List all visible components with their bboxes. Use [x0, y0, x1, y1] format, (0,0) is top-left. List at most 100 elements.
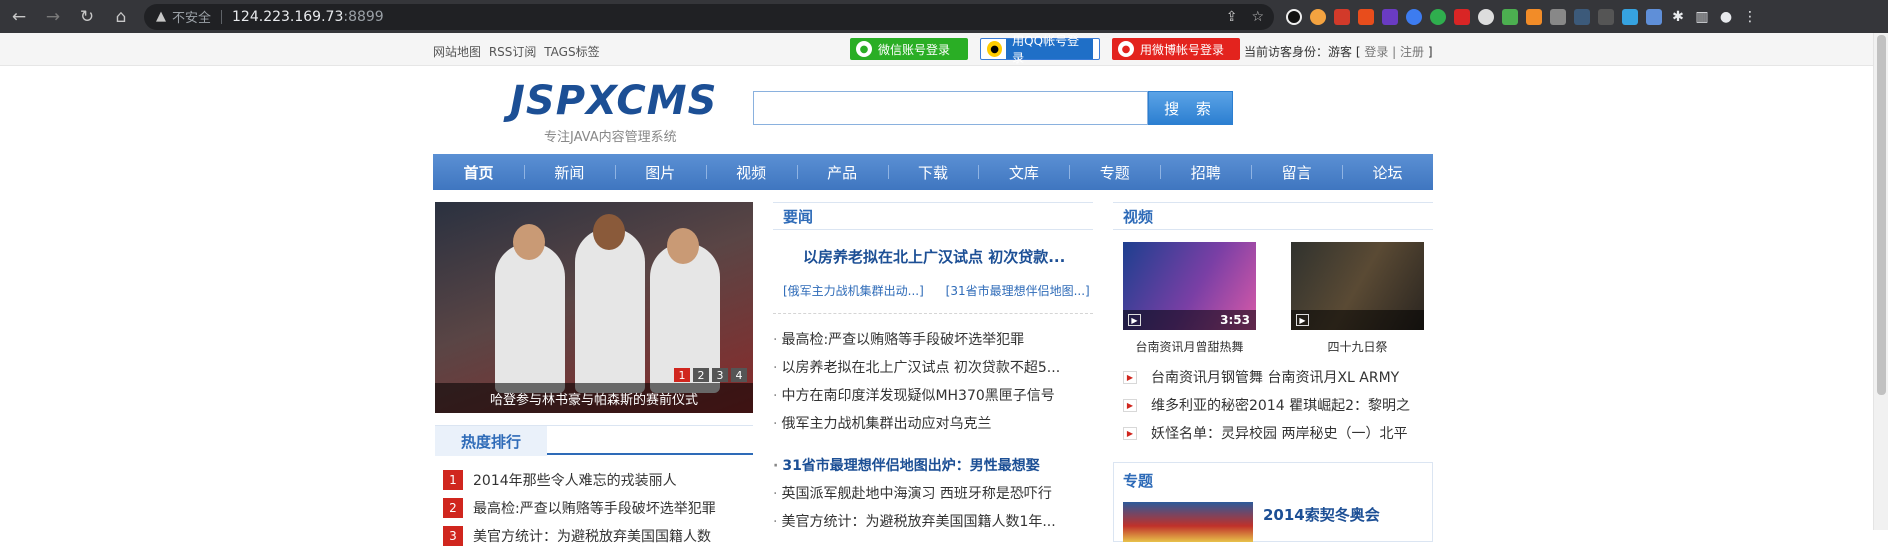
sitemap-link[interactable]: 网站地图	[433, 45, 481, 59]
nav-item-jobs[interactable]: 招聘	[1160, 154, 1251, 190]
extension-icon[interactable]	[1502, 8, 1518, 25]
news-item[interactable]: 中方在南印度洋发现疑似MH370黑匣子信号	[773, 385, 1054, 405]
nav-item-topics[interactable]: 专题	[1069, 154, 1160, 190]
menu-icon[interactable]: ⋮	[1742, 9, 1758, 25]
nav-item-images[interactable]: 图片	[614, 154, 706, 190]
play-icon: ▶	[1296, 314, 1309, 326]
extension-icon[interactable]	[1598, 8, 1614, 25]
nav-item-products[interactable]: 产品	[796, 154, 888, 190]
video-section-title[interactable]: 视频	[1113, 202, 1433, 230]
news-item[interactable]: 俄军主力战机集群出动应对乌克兰	[773, 413, 991, 433]
extension-icon[interactable]	[1622, 8, 1638, 25]
nav-item-guestbook[interactable]: 留言	[1251, 154, 1342, 190]
news-item[interactable]: 31省市最理想伴侣地图出炉：男性最想娶	[773, 455, 1039, 475]
play-icon: ▶	[1123, 426, 1137, 440]
qq-login-button[interactable]: ● 用QQ帐号登录	[980, 34, 1100, 65]
list-item[interactable]: 1 2014年那些令人难忘的戎装丽人	[443, 469, 677, 491]
register-link[interactable]: 注册	[1400, 45, 1424, 59]
extension-icon[interactable]	[1574, 8, 1590, 25]
news-section-title[interactable]: 要闻	[773, 202, 1093, 230]
list-item[interactable]: 3 美官方统计：为避税放弃美国国籍人数	[443, 525, 711, 547]
extension-icon[interactable]	[1430, 8, 1446, 25]
address-bar[interactable]: ▲ 不安全 124.223.169.73 :8899 ⇪ ☆	[144, 3, 1274, 30]
sub-link[interactable]: [俄军主力战机集群出动...]	[783, 284, 924, 298]
video-caption[interactable]: 台南资讯月曾甜热舞	[1123, 338, 1256, 355]
forward-icon[interactable]: →	[38, 2, 68, 32]
topic-image[interactable]	[1123, 502, 1253, 542]
sub-link[interactable]: [31省市最理想伴侣地图...]	[946, 284, 1090, 298]
scrollbar-thumb[interactable]	[1877, 35, 1886, 395]
extension-icon[interactable]	[1526, 8, 1542, 25]
topic-section-title[interactable]: 专题	[1123, 470, 1153, 491]
slider-page-1[interactable]: 1	[674, 368, 690, 382]
hot-ranking-title: 热度排行	[435, 426, 547, 456]
video-list-item[interactable]: ▶ 妖怪名单：灵异校园 两岸秘史（一）北平	[1123, 423, 1407, 443]
login-link[interactable]: 登录	[1364, 45, 1388, 59]
news-headline[interactable]: 以房养老拟在北上广汉试点 初次贷款...	[803, 246, 1065, 267]
nav-item-library[interactable]: 文库	[978, 154, 1069, 190]
slider-pagination: 1 2 3 4	[674, 368, 747, 382]
news-item[interactable]: 英国派军舰赴地中海演习 西班牙称是恐吓行	[773, 483, 1051, 503]
nav-item-download[interactable]: 下载	[887, 154, 979, 190]
weibo-login-label: 用微博帐号登录	[1140, 42, 1225, 57]
site-header: JSPXCMS 专注JAVA内容管理系统 搜 索	[0, 66, 1888, 154]
rss-link[interactable]: RSS订阅	[489, 45, 537, 59]
wechat-login-label: 微信账号登录	[878, 42, 951, 57]
slider-caption[interactable]: 哈登参与林书豪与帕森斯的赛前仪式	[435, 383, 753, 413]
extension-icon[interactable]	[1454, 8, 1470, 25]
search-button[interactable]: 搜 索	[1148, 91, 1233, 125]
browser-toolbar: ← → ↻ ⌂ ▲ 不安全 124.223.169.73 :8899 ⇪ ☆ ✱…	[0, 0, 1888, 33]
news-item[interactable]: 美官方统计：为避税放弃美国国籍人数1年...	[773, 511, 1055, 531]
slider-page-2[interactable]: 2	[693, 368, 709, 382]
weibo-login-button[interactable]: ● 用微博帐号登录	[1112, 38, 1240, 60]
site-logo[interactable]: JSPXCMS	[510, 78, 717, 124]
video-thumbnail[interactable]: ▶ 3:53	[1123, 242, 1256, 330]
list-item[interactable]: 2 最高检:严查以贿赂等手段破坏选举犯罪	[443, 497, 716, 519]
video-thumb-bar: ▶	[1291, 310, 1424, 330]
nav-item-forum[interactable]: 论坛	[1342, 154, 1433, 190]
video-list-item[interactable]: ▶ 维多利亚的秘密2014 瞿琪崛起2：黎明之	[1123, 395, 1410, 415]
list-item-text: 最高检:严查以贿赂等手段破坏选举犯罪	[473, 501, 716, 517]
home-icon[interactable]: ⌂	[106, 2, 136, 32]
video-caption[interactable]: 四十九日祭	[1291, 338, 1424, 355]
news-item[interactable]: 最高检:严查以贿赂等手段破坏选举犯罪	[773, 329, 1024, 349]
extension-icon[interactable]	[1406, 8, 1422, 25]
video-list-item[interactable]: ▶ 台南资讯月钢管舞 台南资讯月XL ARMY	[1123, 367, 1399, 387]
search-input[interactable]	[753, 91, 1148, 125]
nav-item-home[interactable]: 首页	[433, 154, 524, 190]
bookmark-star-icon[interactable]: ☆	[1251, 9, 1264, 25]
wechat-login-button[interactable]: ● 微信账号登录	[850, 38, 968, 60]
extension-icon[interactable]	[1334, 8, 1350, 25]
extension-icon[interactable]	[1550, 8, 1566, 25]
page-scrollbar[interactable]	[1873, 33, 1888, 530]
site-slogan: 专注JAVA内容管理系统	[544, 130, 677, 145]
nav-item-news[interactable]: 新闻	[523, 154, 615, 190]
news-item[interactable]: 以房养老拟在北上广汉试点 初次贷款不超5...	[773, 357, 1060, 377]
video-thumbnail[interactable]: ▶	[1291, 242, 1424, 330]
slider-page-3[interactable]: 3	[712, 368, 728, 382]
puzzle-icon[interactable]: ✱	[1670, 9, 1686, 25]
extension-icon[interactable]	[1286, 8, 1302, 25]
main-nav: 首页 新闻 图片 视频 产品 下载 文库 专题 招聘 留言 论坛	[433, 154, 1433, 190]
nav-item-video[interactable]: 视频	[705, 154, 797, 190]
image-slider[interactable]: 1 2 3 4 哈登参与林书豪与帕森斯的赛前仪式	[435, 202, 753, 413]
share-icon[interactable]: ⇪	[1226, 9, 1238, 25]
tags-link[interactable]: TAGS标签	[544, 45, 599, 59]
video-list-text: 维多利亚的秘密2014 瞿琪崛起2：黎明之	[1151, 398, 1410, 414]
extension-icon[interactable]	[1646, 8, 1662, 25]
sidebar-icon[interactable]: ▥	[1694, 9, 1710, 25]
extension-icon[interactable]	[1358, 8, 1374, 25]
extension-icon[interactable]	[1382, 8, 1398, 25]
slider-page-4[interactable]: 4	[731, 368, 747, 382]
topic-feature-link[interactable]: 2014索契冬奥会	[1263, 504, 1380, 525]
qq-icon: ●	[987, 41, 1003, 57]
reload-icon[interactable]: ↻	[72, 2, 102, 32]
extension-icon[interactable]	[1478, 8, 1494, 25]
profile-icon[interactable]: ●	[1718, 9, 1734, 25]
back-icon[interactable]: ←	[4, 2, 34, 32]
extension-icon[interactable]	[1310, 8, 1326, 25]
visitor-status: 当前访客身份：游客 [ 登录 | 注册 ]	[1244, 43, 1433, 60]
visitor-end: ]	[1427, 45, 1433, 59]
slider-photo-player	[575, 228, 645, 393]
slider-photo-head	[593, 214, 625, 250]
